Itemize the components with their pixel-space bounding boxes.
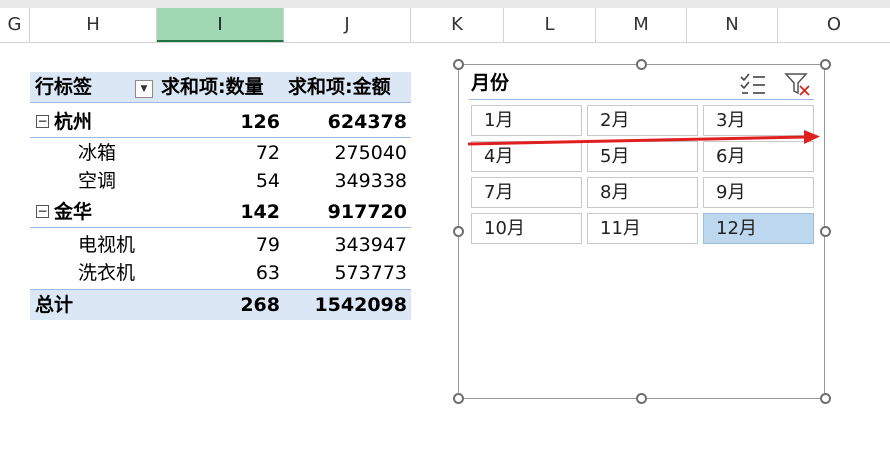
slicer-item-9[interactable]: 9月 [703,177,814,208]
slicer-title-divider [469,99,814,100]
slicer-item-8[interactable]: 8月 [587,177,698,208]
item-qty[interactable]: 79 [157,230,280,260]
slicer-title: 月份 [471,72,510,94]
clear-filter-icon[interactable] [784,71,812,97]
resize-handle-left[interactable] [453,226,464,237]
item-amount[interactable]: 343947 [284,230,407,260]
item-amount[interactable]: 349338 [284,166,407,196]
resize-handle-top-left[interactable] [453,59,464,70]
item-label[interactable]: 冰箱 [78,138,116,168]
sum-amount-header[interactable]: 求和项:金额 [288,72,391,102]
row-label-header[interactable]: 行标签 [35,72,92,102]
total-qty[interactable]: 268 [157,290,280,320]
column-header-o[interactable]: O [778,8,890,42]
column-header-g[interactable]: G [0,8,30,42]
column-header-k[interactable]: K [411,8,504,42]
slicer-item-11[interactable]: 11月 [587,213,698,244]
resize-handle-bottom-left[interactable] [453,393,464,404]
annotation-arrow-icon [468,130,820,146]
group-label[interactable]: 金华 [54,197,92,227]
group-amount[interactable]: 624378 [284,107,407,137]
pivot-header-row: 行标签 ▼ 求和项:数量 求和项:金额 [30,72,411,103]
table-row: 空调 54 349338 [30,166,411,196]
collapse-toggle-icon[interactable]: − [36,115,49,128]
slicer-item-12[interactable]: 12月 [703,213,814,244]
resize-handle-top-right[interactable] [820,59,831,70]
collapse-toggle-icon[interactable]: − [36,205,49,218]
column-header-bar: G H I J K L M N O [0,8,890,43]
multi-select-icon[interactable] [739,71,767,97]
group-qty[interactable]: 142 [157,197,280,227]
item-qty[interactable]: 54 [157,166,280,196]
item-label[interactable]: 洗衣机 [78,258,135,288]
slicer-item-10[interactable]: 10月 [471,213,582,244]
row-label-filter-button[interactable]: ▼ [135,80,153,98]
item-label[interactable]: 电视机 [78,230,135,260]
group-row-jinhua: − 金华 142 917720 [30,197,411,228]
item-qty[interactable]: 72 [157,138,280,168]
table-row: 电视机 79 343947 [30,230,411,260]
column-header-j[interactable]: J [284,8,411,42]
group-qty[interactable]: 126 [157,107,280,137]
column-header-i[interactable]: I [157,8,284,42]
item-qty[interactable]: 63 [157,258,280,288]
item-amount[interactable]: 275040 [284,138,407,168]
column-header-n[interactable]: N [687,8,778,42]
group-label[interactable]: 杭州 [54,107,92,137]
resize-handle-bottom[interactable] [636,393,647,404]
resize-handle-top[interactable] [636,59,647,70]
resize-handle-right[interactable] [820,226,831,237]
table-row: 冰箱 72 275040 [30,138,411,168]
total-amount[interactable]: 1542098 [284,290,407,320]
column-header-m[interactable]: M [596,8,687,42]
table-row: 洗衣机 63 573773 [30,258,411,288]
resize-handle-bottom-right[interactable] [820,393,831,404]
column-header-h[interactable]: H [30,8,157,42]
item-label[interactable]: 空调 [78,166,116,196]
item-amount[interactable]: 573773 [284,258,407,288]
total-label[interactable]: 总计 [35,290,73,320]
slicer-item-7[interactable]: 7月 [471,177,582,208]
month-slicer[interactable]: 月份 1月 2月 3月 4月 5月 6月 7月 8月 9月 10月 11月 12月 [458,64,825,399]
grand-total-row: 总计 268 1542098 [30,289,411,320]
sum-qty-header[interactable]: 求和项:数量 [161,72,264,102]
group-row-hangzhou: − 杭州 126 624378 [30,107,411,138]
column-header-l[interactable]: L [504,8,596,42]
ribbon-bottom-edge [0,0,890,8]
group-amount[interactable]: 917720 [284,197,407,227]
